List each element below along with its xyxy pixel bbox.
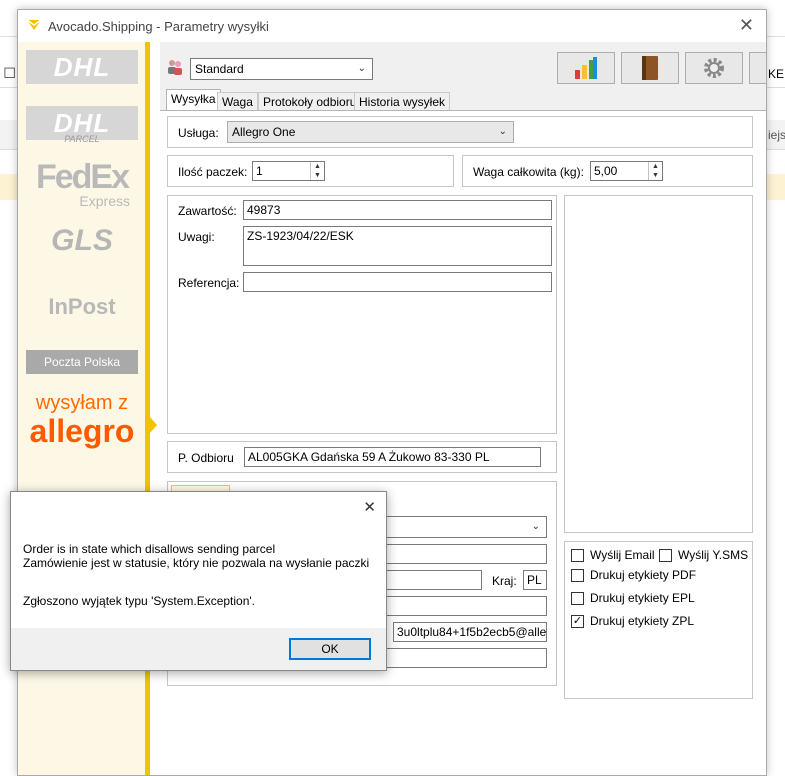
usluga-group: Usługa: Allegro One ⌄ [167,116,753,148]
ilosc-stepper[interactable]: 1 ▲ ▼ [252,161,325,181]
waga-group: Waga całkowita (kg): 5,00 ▲ ▼ [462,155,753,187]
background-text-fragment-2: iejsc [768,128,785,142]
preview-panel [564,195,753,533]
wyslij-sms-label: Wyślij Y.SMS [678,548,749,562]
drukuj-zpl-checkbox[interactable]: ✓ Drukuj etykiety ZPL [571,614,694,628]
error-dialog: ✕ Order is in state which disallows send… [10,491,387,671]
checkbox-box [571,548,584,562]
options-group: Wyślij Email Wyślij Y.SMS Drukuj etykiet… [564,541,753,699]
referencja-label: Referencja: [178,276,240,290]
settings-button[interactable] [685,52,743,84]
zawartosc-field[interactable]: 49873 [243,200,552,220]
carrier-fedex[interactable]: FedEx Express [26,160,138,208]
background-text-fragment: KE [768,67,785,81]
error-message-pl: Zamówienie jest w statusie, który nie po… [23,556,370,570]
carrier-gls[interactable]: GLS [26,224,138,258]
fedex-sub: Express [79,193,130,209]
kraj-field[interactable]: PL [523,570,547,590]
punkt-odbioru-field[interactable]: AL005GKA Gdańska 59 A Żukowo 83-330 PL [244,447,541,467]
details-group: Zawartość: 49873 Uwagi: ZS-1923/04/22/ES… [167,195,557,434]
stats-icon [575,57,597,79]
wyslij-email-checkbox[interactable]: Wyślij Email [571,548,655,562]
profile-select[interactable]: Standard ⌄ [190,58,373,80]
tab-content: Usługa: Allegro One ⌄ Ilość paczek: 1 ▲ ▼… [160,110,766,775]
referencja-field[interactable] [243,272,552,292]
spin-up-icon: ▲ [652,163,659,170]
titlebar: Avocado.Shipping - Parametry wysyłki ✕ [18,10,766,42]
window-title: Avocado.Shipping - Parametry wysyłki [48,19,269,34]
uwagi-label: Uwagi: [178,230,215,244]
statistics-button[interactable] [557,52,615,84]
carrier-dhl[interactable]: DHL [26,50,138,84]
wyslij-sms-checkbox[interactable]: Wyślij Y.SMS [659,548,748,562]
gls-logo: GLS [51,224,113,257]
spin-up-icon: ▲ [314,163,321,170]
odbiorca-email-field[interactable]: 3u0ltplu84+1f5b2ecb5@allegro [393,622,547,642]
drukuj-zpl-label: Drukuj etykiety ZPL [590,614,695,628]
drukuj-pdf-checkbox[interactable]: Drukuj etykiety PDF [571,568,696,582]
usluga-select[interactable]: Allegro One ⌄ [227,121,514,143]
dialog-footer: OK [11,628,386,670]
kraj-label: Kraj: [492,574,517,588]
error-message-en: Order is in state which disallows sendin… [23,542,276,556]
ilosc-spin[interactable]: ▲ ▼ [310,162,324,180]
app-logo-icon [26,17,42,36]
book-button[interactable] [621,52,679,84]
chevron-down-icon: ⌄ [498,126,507,137]
selected-carrier-arrow [149,416,157,434]
background-checkbox: ◻ [3,64,17,81]
spin-down-icon: ▼ [652,172,659,179]
allegro-logo-bottom: allegro [29,413,135,449]
punkt-odbioru-group: P. Odbioru AL005GKA Gdańska 59 A Żukowo … [167,441,557,473]
drukuj-pdf-label: Drukuj etykiety PDF [590,568,697,582]
ilosc-value: 1 [256,164,263,178]
close-window-button[interactable]: ✕ [739,16,754,34]
wyslij-email-label: Wyślij Email [590,548,655,562]
carrier-inpost[interactable]: InPost [26,294,138,320]
fedex-logo: FedEx [35,158,130,196]
checkbox-box [659,548,672,562]
dhl-parcel-sub: PARCEL [64,134,100,144]
carrier-allegro[interactable]: wysyłam z allegro [26,392,138,447]
users-icon [166,58,184,79]
poczta-polska-logo: Poczta Polska [26,350,138,374]
waga-spin[interactable]: ▲ ▼ [648,162,662,180]
info-icon [766,56,767,80]
chevron-down-icon: ⌄ [357,63,366,74]
ilosc-group: Ilość paczek: 1 ▲ ▼ [167,155,454,187]
info-button[interactable] [749,52,767,84]
tab-historia-wysylek[interactable]: Historia wysyłek [354,92,451,111]
exception-message: Zgłoszono wyjątek typu 'System.Exception… [23,594,256,608]
checkbox-box [571,591,584,605]
usluga-label: Usługa: [178,126,219,140]
uwagi-field[interactable]: ZS-1923/04/22/ESK [243,226,552,266]
drukuj-epl-label: Drukuj etykiety EPL [590,591,695,605]
usluga-select-value: Allegro One [232,125,296,139]
tab-waga[interactable]: Waga [217,92,258,111]
checkmark-icon: ✓ [571,614,584,628]
inpost-logo: InPost [48,294,116,319]
ilosc-label: Ilość paczek: [178,165,248,179]
waga-stepper[interactable]: 5,00 ▲ ▼ [590,161,663,181]
dhl-logo: DHL [26,50,138,84]
punkt-odbioru-label: P. Odbioru [178,451,234,465]
tab-wysylka[interactable]: Wysyłka [166,89,221,112]
spin-down-icon: ▼ [314,172,321,179]
ok-button[interactable]: OK [289,638,371,660]
checkbox-box [571,568,584,582]
carrier-poczta-polska[interactable]: Poczta Polska [26,350,138,374]
gear-icon [704,58,724,78]
allegro-logo-top: wysyłam z [35,392,129,414]
waga-value: 5,00 [594,164,618,178]
close-dialog-button[interactable]: ✕ [363,498,376,516]
drukuj-epl-checkbox[interactable]: Drukuj etykiety EPL [571,591,695,605]
carrier-dhl-parcel[interactable]: DHL PARCEL [26,106,138,144]
waga-label: Waga całkowita (kg): [473,165,584,179]
profile-select-value: Standard [195,62,244,76]
book-icon [642,56,658,80]
zawartosc-label: Zawartość: [178,204,237,218]
chevron-down-icon: ⌄ [531,521,540,532]
tab-protokoly-odbioru[interactable]: Protokoły odbioru [258,92,362,111]
